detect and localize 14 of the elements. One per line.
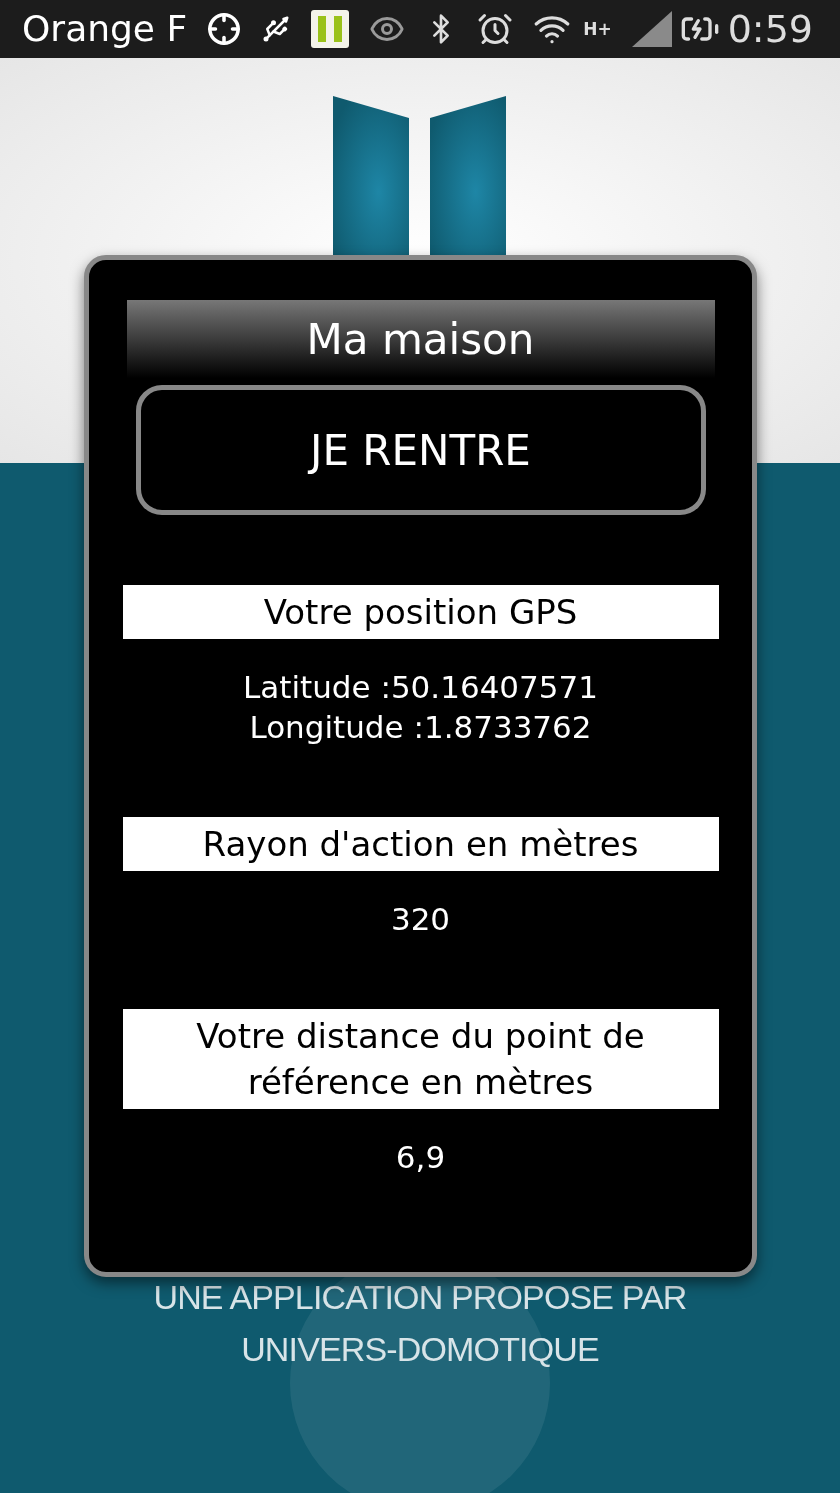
value-text: 6,9 bbox=[395, 1138, 446, 1177]
return-button[interactable]: JE RENTRE bbox=[135, 385, 706, 515]
credit-text: UNIVERS-DOMOTIQUE bbox=[241, 1329, 599, 1370]
credit-text: UNE APPLICATION PROPOSE PAR bbox=[153, 1277, 687, 1318]
clock-time: 0:59 bbox=[727, 10, 813, 48]
value-text: Latitude :50.16407571 bbox=[243, 668, 598, 707]
section-header: Votre distance du point de référence en mètres bbox=[122, 1009, 719, 1109]
section-header: Votre position GPS bbox=[122, 585, 719, 639]
value-text: Longitude :1.8733762 bbox=[249, 708, 592, 747]
dialog-title: Ma maison bbox=[126, 300, 715, 378]
network-type: H+ bbox=[583, 20, 612, 38]
carrier-name: Orange F bbox=[22, 11, 188, 47]
value-text: 320 bbox=[390, 900, 451, 939]
section-header: Rayon d'action en mètres bbox=[122, 817, 719, 871]
